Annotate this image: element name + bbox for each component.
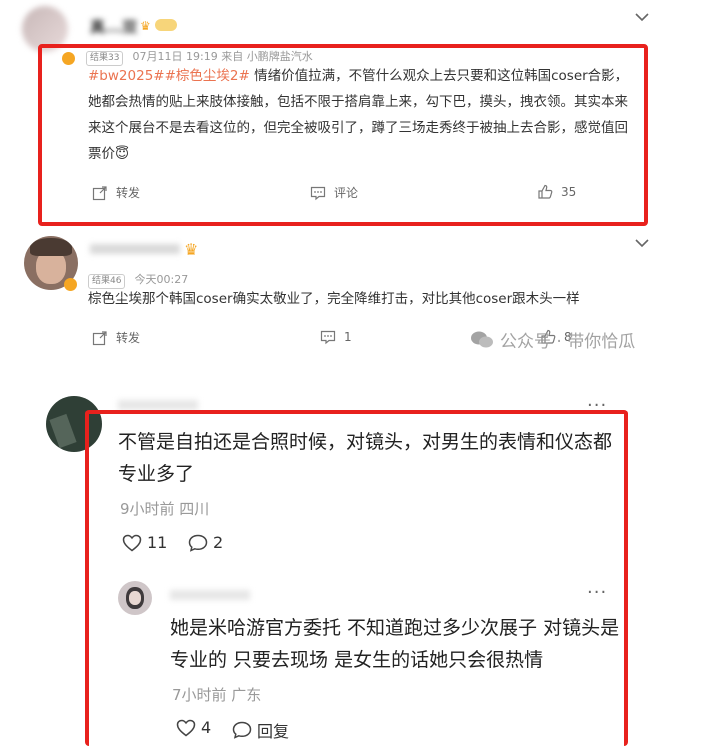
post-time: 今天00:27 <box>134 273 189 286</box>
section-divider <box>0 366 720 376</box>
highlight-box-2 <box>85 410 628 746</box>
watermark-text: 公众号 · 带你恰瓜 <box>500 332 636 352</box>
repost-label: 转发 <box>116 331 141 345</box>
post-text: 棕色尘埃那个韩国coser确实太敬业了，完全降维打击，对比其他coser跟木头一… <box>88 291 580 307</box>
member-badge <box>155 19 177 31</box>
highlight-box-1 <box>38 44 648 226</box>
username[interactable] <box>118 400 198 410</box>
watermark: 公众号 · 带你恰瓜 <box>470 327 635 352</box>
vip-crown-icon: ♛ <box>140 19 151 33</box>
username[interactable] <box>90 244 180 254</box>
more-options-button[interactable]: ... <box>587 390 607 411</box>
comment-count: 1 <box>344 330 352 344</box>
username[interactable]: 真...双 <box>90 16 137 37</box>
chevron-down-icon[interactable] <box>635 7 649 26</box>
comment-icon <box>320 330 336 345</box>
wechat-icon <box>471 331 493 347</box>
comment-button[interactable]: 1 <box>320 329 352 345</box>
repost-icon <box>92 330 107 345</box>
repost-button[interactable]: 转发 <box>92 329 140 346</box>
chevron-down-icon[interactable] <box>635 233 649 252</box>
verified-badge-icon <box>64 278 77 291</box>
vip-crown-icon: ♛ <box>184 240 199 259</box>
